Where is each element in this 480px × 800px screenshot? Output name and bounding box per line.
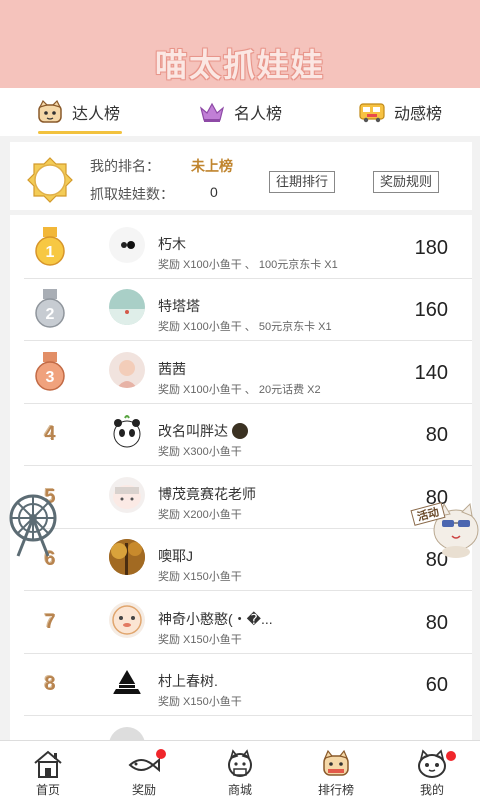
catch-score: 80 [425,612,448,634]
reward-text: 奖励 X300小鱼干 [158,446,242,458]
avatar [109,664,145,700]
row-divider [24,590,472,591]
nav-home[interactable]: 首页 [0,741,96,800]
avatar [109,539,145,575]
ranking-row[interactable]: 1 朽木 奖励 X100小鱼干 、 100元京东卡 X1 180 [10,217,472,279]
row-divider [24,465,472,466]
bronze-medal-icon: 3 [35,352,65,391]
cat-shop-icon [228,749,252,777]
user-name: 特塔塔 [158,298,200,314]
ranking-row[interactable]: 3 茜茜 奖励 X100小鱼干 、 20元话费 X2 140 [10,342,472,404]
nav-label: 排行榜 [317,783,354,797]
nav-ranking[interactable]: 排行榜 [288,741,384,800]
catch-score: 60 [425,674,448,696]
notification-dot [156,749,166,759]
ball-emoji-icon [231,423,248,439]
bottom-navigation: 首页 奖励 商城 排行榜 我的 [0,740,480,800]
avatar [109,414,145,450]
activity-cat-button[interactable]: 活动 [410,500,480,560]
reward-text: 奖励 X200小鱼干 [158,509,242,521]
avatar [109,727,145,740]
silver-medal-icon: 2 [35,289,65,328]
tab-dynamic[interactable]: 动感榜 [358,88,442,136]
user-name: 茜茜 [158,361,186,377]
tab-expert[interactable]: 达人榜 [36,88,120,136]
catch-score: 140 [414,362,448,384]
nav-label: 奖励 [131,783,156,797]
rank-number: 8 [44,673,56,695]
history-ranking-button[interactable]: 往期排行 [269,171,336,193]
crown-icon [199,102,225,122]
row-divider [24,340,472,341]
catch-score: 160 [414,299,448,321]
reward-text: 奖励 X100小鱼干 、 100元京东卡 X1 [158,259,338,271]
user-name: 村上春树. [158,673,218,689]
nav-reward[interactable]: 奖励 [96,741,192,800]
avatar [109,289,145,325]
nav-label: 首页 [35,783,60,797]
house-icon [34,750,62,778]
tab-label: 动感榜 [394,106,443,123]
catch-score: 80 [425,424,448,446]
rank-number: 4 [44,423,56,445]
nav-shop[interactable]: 商城 [192,741,288,800]
avatar [109,477,145,513]
ranking-row[interactable]: 4 改名叫胖达 奖励 X300小鱼干 80 [10,404,472,466]
tab-celebrity[interactable]: 名人榜 [198,88,282,136]
gold-medal-icon: 1 [35,227,65,266]
ranking-cat-icon [323,749,349,776]
ranking-row[interactable]: 7 神奇小憨憨(・�... 奖励 X150小鱼干 80 [10,592,472,654]
reward-rules-button[interactable]: 奖励规则 [373,171,440,193]
ranking-row[interactable]: 8 村上春树. 奖励 X150小鱼干 60 [10,654,472,716]
row-divider [24,715,472,716]
cat-face-icon [38,100,62,123]
ferris-wheel-icon[interactable] [2,492,64,558]
reward-text: 奖励 X150小鱼干 [158,571,242,583]
tab-label: 达人榜 [72,106,121,123]
avatar [109,227,145,263]
medal-frame-icon [27,157,73,203]
ranking-row[interactable]: 2 特塔塔 奖励 X100小鱼干 、 50元京东卡 X1 160 [10,279,472,341]
catch-score: 180 [414,237,448,259]
user-name: 博茂竟赛花老师 [158,486,256,502]
leaderboard-tabs: 达人榜 名人榜 动感榜 [0,88,480,136]
my-rank-card: 我的排名： 未上榜 抓取娃娃数： 0 往期排行 奖励规则 [10,142,472,210]
reward-text: 奖励 X100小鱼干 、 20元话费 X2 [158,384,321,396]
bus-icon [359,103,385,123]
app-header: 喵太抓娃娃 [0,0,480,88]
notification-dot [446,751,456,761]
reward-text: 奖励 X150小鱼干 [158,696,242,708]
tab-label: 名人榜 [234,106,283,123]
cat-profile-icon [418,749,446,778]
reward-text: 奖励 X100小鱼干 、 50元京东卡 X1 [158,321,332,333]
user-name: 朽木 [158,236,186,252]
catch-count-label: 抓取娃娃数： [90,186,174,202]
ranking-row[interactable]: 6 噢耶J 奖励 X150小鱼干 80 [10,529,472,591]
avatar [109,352,145,388]
nav-profile[interactable]: 我的 [384,741,480,800]
nav-label: 我的 [419,783,444,797]
user-name: 神奇小憨憨(・�... [158,611,273,627]
svg-text:3: 3 [46,369,55,386]
svg-text:1: 1 [46,244,55,261]
my-rank-value: 未上榜 [191,158,233,174]
ranking-row[interactable] [10,717,472,740]
ranking-list: 1 朽木 奖励 X100小鱼干 、 100元京东卡 X1 180 2 特塔塔 奖… [10,215,472,740]
ranking-row[interactable]: 5 博茂竟赛花老师 奖励 X200小鱼干 80 [10,467,472,529]
svg-text:2: 2 [46,306,55,323]
user-name: 改名叫胖达 [158,421,248,441]
catch-count-value: 0 [210,184,218,200]
app-title: 喵太抓娃娃 [154,47,325,83]
rank-number: 7 [44,611,56,633]
active-tab-indicator [38,131,122,134]
reward-text: 奖励 X150小鱼干 [158,634,242,646]
nav-label: 商城 [227,783,252,797]
avatar [109,602,145,638]
my-rank-label: 我的排名： [90,158,160,174]
user-name: 噢耶J [158,548,193,564]
